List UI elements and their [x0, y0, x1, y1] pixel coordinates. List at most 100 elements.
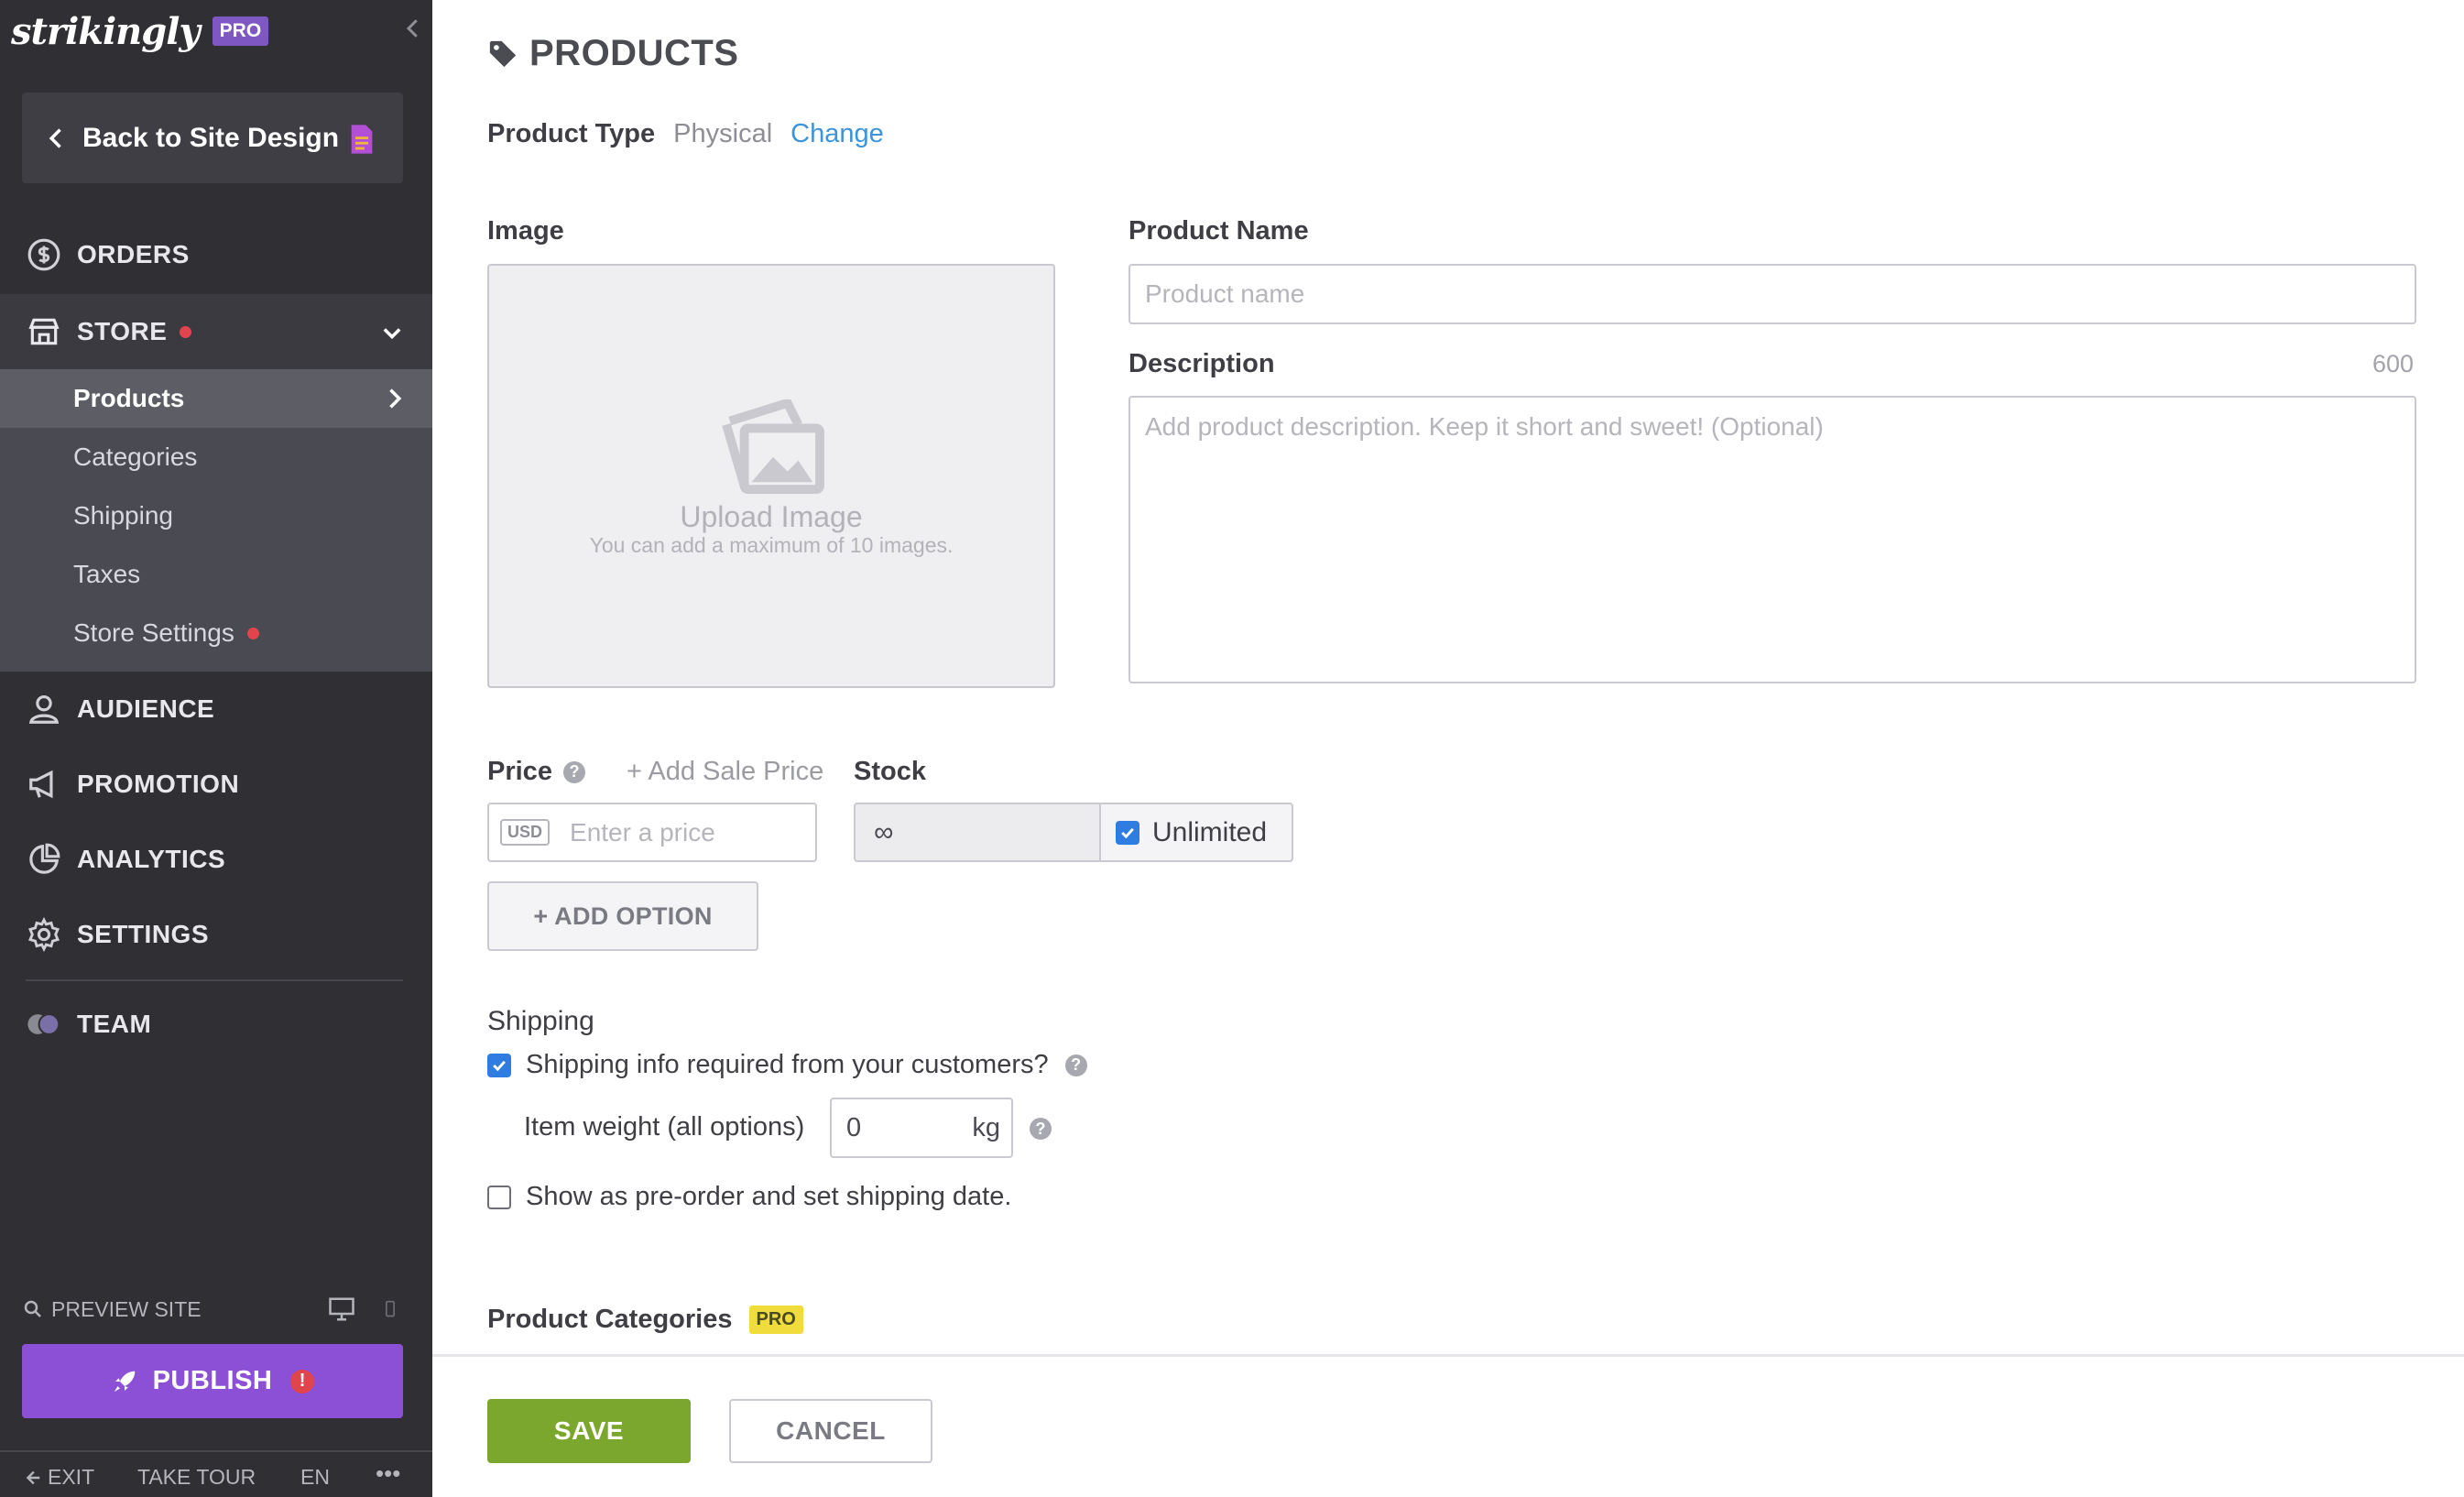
price-label-row: Price ?	[487, 757, 585, 787]
chevron-left-icon	[49, 127, 61, 148]
description-textarea[interactable]: Add product description. Keep it short a…	[1128, 396, 2416, 683]
subnav-taxes-label: Taxes	[73, 560, 141, 588]
main-panel: PRODUCTS Product Type Physical Change Im…	[432, 0, 2464, 1497]
description-char-counter: 600	[2372, 350, 2415, 377]
image-label: Image	[487, 216, 564, 246]
product-type-value: Physical	[673, 119, 773, 148]
stock-label: Stock	[854, 757, 926, 786]
subnav-products-label: Products	[73, 384, 185, 412]
nav-orders[interactable]: ORDERS	[0, 218, 432, 291]
subnav-shipping[interactable]: Shipping	[0, 486, 432, 545]
exit-button[interactable]: EXIT	[22, 1465, 94, 1490]
stock-input[interactable]: ∞	[854, 803, 1101, 862]
strikingly-logo: strikingly	[11, 9, 201, 53]
subnav-categories[interactable]: Categories	[0, 428, 432, 486]
dollar-circle-icon	[26, 236, 62, 273]
megaphone-icon	[26, 766, 62, 803]
publish-button[interactable]: PUBLISH !	[22, 1344, 403, 1418]
price-help-icon[interactable]: ?	[562, 760, 585, 783]
take-tour-button[interactable]: TAKE TOUR	[137, 1465, 256, 1490]
product-type-label: Product Type	[487, 119, 656, 148]
product-categories-label: Product Categories	[487, 1305, 733, 1334]
subnav-categories-label: Categories	[73, 443, 198, 471]
upload-image-text: Upload Image	[680, 500, 863, 533]
product-categories-row: Product Categories PRO	[487, 1305, 803, 1335]
publish-label: PUBLISH	[152, 1366, 273, 1395]
add-option-button[interactable]: + ADD OPTION	[487, 881, 758, 951]
language-label: EN	[300, 1465, 330, 1489]
preorder-checkbox[interactable]	[487, 1185, 511, 1209]
item-weight-input[interactable]: 0 kg	[830, 1098, 1013, 1158]
nav-team-label: TEAM	[77, 1010, 152, 1038]
currency-tag: USD	[500, 819, 551, 846]
product-name-label: Product Name	[1128, 216, 1309, 246]
shipping-required-label: Shipping info required from your custome…	[526, 1050, 1049, 1079]
pie-chart-icon	[26, 841, 62, 878]
shipping-help-icon[interactable]: ?	[1064, 1054, 1087, 1076]
item-weight-label: Item weight (all options)	[524, 1112, 805, 1142]
preview-site-label: PREVIEW SITE	[51, 1296, 202, 1321]
change-product-type-link[interactable]: Change	[790, 119, 884, 149]
add-sale-price-link[interactable]: + Add Sale Price	[627, 757, 823, 787]
language-button[interactable]: EN	[300, 1465, 330, 1490]
mobile-icon[interactable]	[381, 1295, 399, 1323]
chevron-right-icon	[389, 388, 402, 409]
price-label: Price	[487, 757, 552, 786]
nav-audience-label: AUDIENCE	[77, 694, 215, 723]
weight-help-icon[interactable]: ?	[1030, 1118, 1052, 1140]
nav-orders-label: ORDERS	[77, 240, 190, 268]
shipping-required-row[interactable]: Shipping info required from your custome…	[487, 1050, 1087, 1080]
store-alert-dot	[180, 325, 192, 338]
chevron-down-icon[interactable]	[379, 320, 405, 345]
subnav-products[interactable]: Products	[0, 369, 432, 428]
pro-badge: PRO	[212, 16, 269, 46]
publish-alert-icon: !	[290, 1369, 315, 1393]
subnav-store-settings[interactable]: Store Settings	[0, 604, 432, 662]
back-label: Back to Site Design	[82, 122, 340, 153]
nav-audience[interactable]: AUDIENCE	[0, 672, 432, 746]
arrow-left-icon	[26, 1470, 40, 1484]
upload-image-dropzone[interactable]: Upload Image You can add a maximum of 10…	[487, 264, 1055, 688]
nav-analytics[interactable]: ANALYTICS	[0, 823, 432, 896]
nav-promotion[interactable]: PROMOTION	[0, 748, 432, 821]
unlimited-label: Unlimited	[1152, 816, 1268, 847]
subnav-taxes[interactable]: Taxes	[0, 545, 432, 604]
nav-store[interactable]: STORE	[0, 294, 432, 369]
nav-settings-label: SETTINGS	[77, 920, 210, 948]
store-settings-alert-dot	[246, 627, 259, 639]
nav-promotion-label: PROMOTION	[77, 770, 240, 798]
collapse-sidebar-icon[interactable]	[399, 15, 427, 42]
tag-icon	[489, 40, 517, 67]
nav-settings[interactable]: SETTINGS	[0, 898, 432, 971]
more-label: •••	[376, 1459, 401, 1487]
save-button[interactable]: SAVE	[487, 1399, 691, 1463]
desktop-icon[interactable]	[326, 1295, 357, 1323]
unlimited-toggle[interactable]: Unlimited	[1099, 803, 1293, 862]
unlimited-checkbox[interactable]	[1116, 820, 1139, 845]
image-upload-icon	[722, 399, 824, 495]
sidebar: strikingly PRO Back to Site Design ORDER…	[0, 0, 432, 1497]
nav-team[interactable]: TEAM	[0, 988, 432, 1061]
take-tour-label: TAKE TOUR	[137, 1465, 256, 1489]
more-menu-icon[interactable]: •••	[376, 1459, 400, 1488]
description-label: Description	[1128, 349, 1275, 378]
preview-site-row[interactable]: PREVIEW SITE	[22, 1295, 407, 1323]
preorder-row[interactable]: Show as pre-order and set shipping date.	[487, 1182, 1011, 1212]
search-icon	[24, 1300, 41, 1317]
team-avatars-icon	[26, 1006, 62, 1043]
cancel-button[interactable]: CANCEL	[729, 1399, 932, 1463]
preorder-label: Show as pre-order and set shipping date.	[526, 1182, 1012, 1211]
brand[interactable]: strikingly PRO	[11, 5, 269, 57]
item-weight-value: 0	[846, 1112, 862, 1142]
rocket-icon	[114, 1371, 135, 1392]
shipping-section-title: Shipping	[487, 1006, 594, 1036]
price-input[interactable]: USD Enter a price	[487, 803, 817, 862]
back-to-site-design-button[interactable]: Back to Site Design	[22, 93, 403, 183]
price-placeholder: Enter a price	[570, 817, 715, 847]
nav-analytics-label: ANALYTICS	[77, 845, 226, 873]
nav-store-label: STORE	[77, 317, 168, 345]
product-name-input[interactable]: Product name	[1128, 264, 2416, 324]
subnav-shipping-label: Shipping	[73, 501, 173, 530]
item-weight-unit: kg	[972, 1112, 1000, 1142]
shipping-required-checkbox[interactable]	[487, 1053, 511, 1077]
